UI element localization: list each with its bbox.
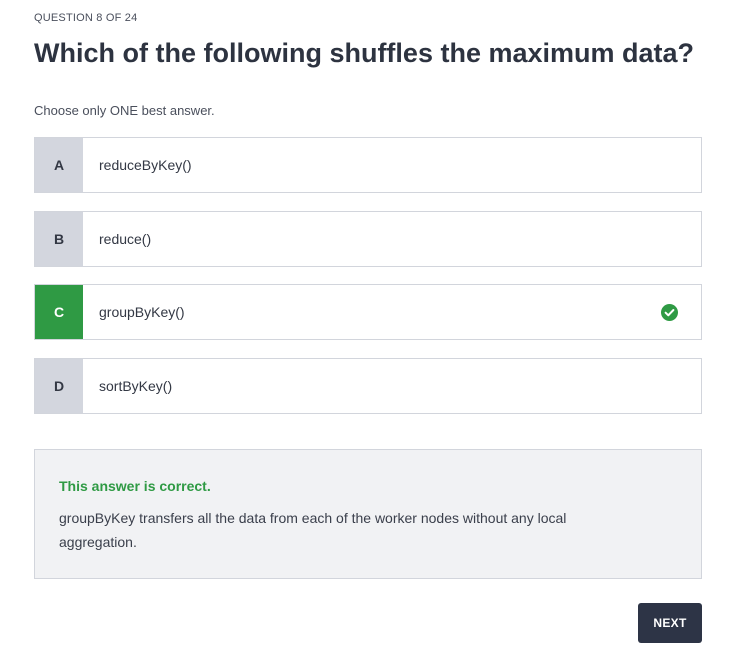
option-text-b: reduce() (99, 231, 152, 247)
option-text-c: groupByKey() (99, 304, 185, 320)
option-letter-d: D (35, 359, 83, 413)
option-letter-c: C (35, 285, 83, 339)
next-button[interactable]: NEXT (638, 603, 702, 643)
feedback-title: This answer is correct. (59, 478, 211, 494)
instruction-text: Choose only ONE best answer. (34, 103, 215, 118)
option-text-a: reduceByKey() (99, 157, 192, 173)
option-d[interactable]: D sortByKey() (34, 358, 702, 414)
option-text-d: sortByKey() (99, 378, 173, 394)
answer-options: A reduceByKey() B reduce() C groupByKey(… (34, 137, 702, 432)
question-title: Which of the following shuffles the maxi… (34, 38, 695, 68)
feedback-explanation: groupByKey transfers all the data from e… (59, 510, 567, 550)
option-b[interactable]: B reduce() (34, 211, 702, 267)
option-letter-a: A (35, 138, 83, 192)
option-letter-b: B (35, 212, 83, 266)
question-counter: QUESTION 8 OF 24 (34, 12, 138, 24)
option-a[interactable]: A reduceByKey() (34, 137, 702, 193)
option-c[interactable]: C groupByKey() (34, 284, 702, 340)
feedback-panel: This answer is correct. groupByKey trans… (34, 449, 702, 579)
check-circle-icon (649, 285, 689, 339)
